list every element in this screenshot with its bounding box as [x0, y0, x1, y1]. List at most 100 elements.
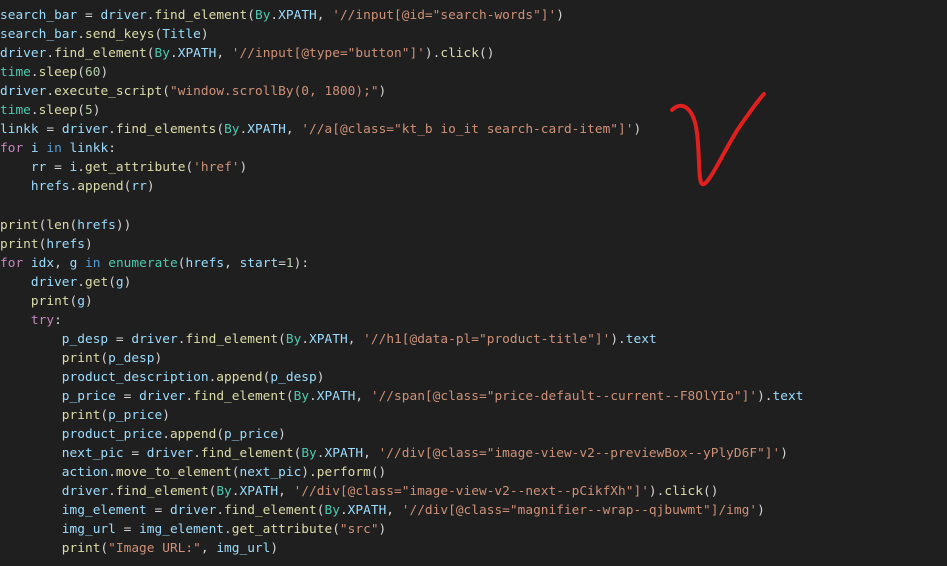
code-token: By — [285, 331, 302, 347]
code-token: ) — [780, 446, 788, 462]
code-token: ) — [146, 179, 155, 195]
code-line[interactable]: print(g) — [0, 292, 947, 311]
code-line[interactable]: next_pic = driver.find_element(By.XPATH,… — [0, 444, 947, 463]
code-token: click — [440, 46, 479, 62]
code-token: '//div[@class="image-view-v2--next--pCik… — [293, 484, 649, 500]
code-token: product_price — [61, 427, 163, 443]
code-token: , — [316, 8, 333, 23]
code-token: img_element — [61, 503, 147, 519]
code-line[interactable]: p_desp = driver.find_element(By.XPATH, '… — [0, 330, 947, 349]
code-token: ) — [84, 236, 93, 252]
code-line[interactable]: for idx, g in enumerate(hrefs, start=1): — [0, 254, 947, 273]
code-token: hrefs — [30, 179, 70, 195]
code-token: i — [30, 141, 39, 157]
code-token: = — [108, 331, 132, 347]
code-token: . — [185, 388, 194, 404]
code-line[interactable]: linkk = driver.find_elements(By.XPATH, '… — [0, 120, 947, 139]
code-token: = — [77, 8, 101, 23]
code-token: () — [478, 46, 495, 62]
code-line[interactable]: search_bar.send_keys(Title) — [0, 25, 947, 44]
code-token: = — [115, 388, 140, 404]
code-line[interactable]: img_url = img_element.get_attribute("src… — [0, 520, 947, 539]
code-token: print — [0, 236, 39, 252]
code-token: = — [46, 160, 70, 176]
code-token: , — [200, 541, 217, 557]
code-token: ) — [154, 350, 163, 366]
code-token: find_element — [193, 388, 286, 404]
code-line[interactable]: print(p_desp) — [0, 349, 947, 368]
code-token: find_element — [54, 46, 147, 62]
code-token: ( — [332, 522, 340, 538]
code-token: By — [154, 46, 170, 62]
code-line[interactable]: time.sleep(60) — [0, 63, 947, 82]
code-line[interactable]: driver.find_element(By.XPATH, '//div[@cl… — [0, 482, 947, 501]
code-token: . — [46, 46, 55, 62]
code-token: '//input[@id="search-words"]' — [332, 8, 557, 23]
code-line[interactable]: rr = i.get_attribute('href') — [0, 158, 947, 177]
code-token: print — [0, 217, 39, 233]
code-line[interactable]: driver.execute_script("window.scrollBy(0… — [0, 82, 947, 101]
code-token: driver — [30, 274, 78, 290]
code-line[interactable] — [0, 196, 947, 215]
code-token: , — [278, 484, 294, 500]
code-token: print — [61, 541, 101, 557]
code-token: sleep — [38, 103, 78, 119]
code-token: Title — [162, 27, 201, 43]
code-token: ( — [108, 274, 116, 290]
code-token: hrefs — [46, 236, 85, 252]
code-token: '//div[@class="image-view-v2--previewBox… — [378, 446, 781, 462]
code-token: perform — [316, 465, 371, 481]
code-line[interactable]: img_element = driver.find_element(By.XPA… — [0, 501, 947, 520]
code-token: ) — [200, 27, 209, 43]
code-token: time — [0, 65, 31, 81]
code-line[interactable]: hrefs.append(rr) — [0, 177, 947, 196]
code-line[interactable]: driver.find_element(By.XPATH, '//input[@… — [0, 44, 947, 63]
code-line[interactable]: product_price.append(p_price) — [0, 425, 947, 444]
code-token: ( — [231, 465, 240, 481]
code-token: . — [316, 446, 325, 462]
code-line[interactable]: driver.get(g) — [0, 273, 947, 292]
code-token: get_attribute — [231, 522, 333, 538]
code-editor[interactable]: search_bar = driver.find_element(By.XPAT… — [0, 6, 947, 558]
code-line[interactable]: print("Image URL:", img_url) — [0, 539, 947, 558]
code-line[interactable]: try: — [0, 311, 947, 330]
code-token: driver — [0, 84, 47, 100]
code-line[interactable]: print(hrefs) — [0, 235, 947, 254]
code-line[interactable]: print(p_price) — [0, 406, 947, 425]
code-token: hrefs — [77, 217, 116, 233]
code-line[interactable]: print(len(hrefs)) — [0, 216, 947, 235]
code-line[interactable]: p_price = driver.find_element(By.XPATH, … — [0, 387, 947, 406]
code-token: = — [146, 503, 170, 519]
code-token: . — [162, 427, 170, 443]
code-token: XPATH — [239, 484, 279, 500]
code-token: print — [61, 350, 101, 366]
code-token: find_element — [154, 8, 248, 23]
code-token: "Image URL:" — [108, 541, 201, 557]
code-token: XPATH — [278, 8, 317, 23]
code-token: execute_script — [54, 84, 163, 100]
code-token: , — [54, 255, 70, 271]
code-token: product_description — [61, 369, 209, 385]
code-line[interactable]: action.move_to_element(next_pic).perform… — [0, 463, 947, 482]
code-token: driver — [0, 46, 47, 62]
code-line[interactable]: time.sleep(5) — [0, 101, 947, 120]
code-line[interactable]: for i in linkk: — [0, 139, 947, 158]
code-token: p_desp — [61, 331, 109, 347]
code-token: . — [77, 27, 85, 43]
code-token: ) — [316, 369, 325, 385]
code-token: click — [664, 484, 703, 500]
code-token: '//a[@class="kt_b io_it search-card-item… — [301, 122, 634, 138]
code-token: action — [61, 465, 109, 481]
code-token: "window.scrollBy(0, 1800);" — [169, 84, 379, 100]
code-token: search_bar — [0, 8, 78, 23]
code-line[interactable]: product_description.append(p_desp) — [0, 368, 947, 387]
code-line[interactable]: search_bar = driver.find_element(By.XPAT… — [0, 6, 947, 25]
